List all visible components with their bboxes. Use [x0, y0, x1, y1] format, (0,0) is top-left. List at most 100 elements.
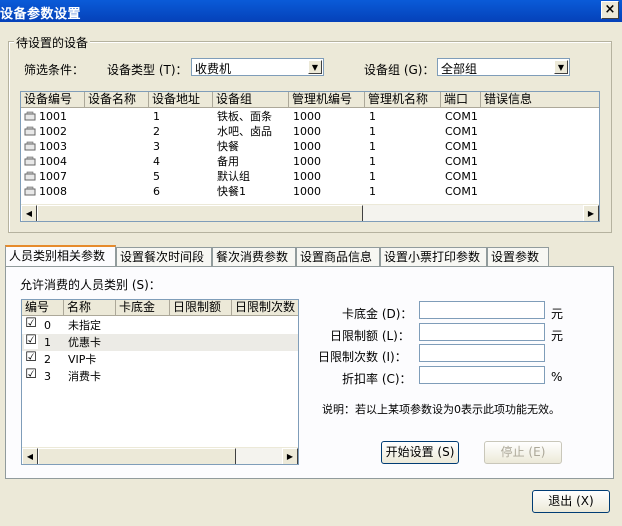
- staff-list-header: 编号 名称 卡底金 日限制额 日限制次数: [22, 300, 298, 316]
- col-daily-limit[interactable]: 日限制额: [170, 300, 232, 316]
- table-row[interactable]: 1001 1 铁板、面条 1000 1 COM1: [21, 109, 599, 124]
- table-row[interactable]: 1003 3 快餐 1000 1 COM1: [21, 139, 599, 154]
- col-mgr-id[interactable]: 管理机编号: [289, 92, 365, 108]
- daily-count-input[interactable]: [419, 344, 545, 362]
- category-checkbox[interactable]: ☑: [24, 368, 38, 383]
- scroll-left-icon[interactable]: ◀: [22, 448, 38, 464]
- cell-port: COM1: [445, 140, 478, 153]
- col-card-base[interactable]: 卡底金: [116, 300, 170, 316]
- cell-group: 备用: [217, 155, 239, 168]
- device-group-label: 待设置的设备: [14, 34, 91, 51]
- discount-input[interactable]: [419, 366, 545, 384]
- cell-id: 1007: [39, 170, 67, 183]
- allowed-staff-label: 允许消费的人员类别 (S)：: [20, 278, 161, 292]
- category-checkbox[interactable]: ☑: [24, 317, 38, 332]
- cell-port: COM1: [445, 185, 478, 198]
- cell-name: 消费卡: [68, 370, 101, 383]
- col-device-name[interactable]: 设备名称: [85, 92, 149, 108]
- device-type-combo[interactable]: 收费机 ▼: [191, 58, 324, 76]
- list-item[interactable]: ☑ 0 未指定: [22, 317, 298, 334]
- device-icon: [24, 111, 37, 122]
- note-text: 说明：若以上某项参数设为0表示此项功能无效。: [322, 403, 560, 416]
- list-item[interactable]: ☑ 2 VIP卡: [22, 351, 298, 368]
- col-device-id[interactable]: 设备编号: [21, 92, 85, 108]
- table-row[interactable]: 1008 6 快餐1 1000 1 COM1: [21, 184, 599, 199]
- card-base-input[interactable]: [419, 301, 545, 319]
- category-checkbox[interactable]: ☑: [24, 334, 38, 349]
- close-button[interactable]: ×: [601, 1, 619, 19]
- cell-group: 快餐1: [217, 185, 246, 198]
- col-staff-num[interactable]: 编号: [22, 300, 64, 316]
- cell-group: 快餐: [217, 140, 239, 153]
- title-bar: 设备参数设置 ×: [0, 0, 622, 22]
- chevron-down-icon[interactable]: ▼: [554, 60, 568, 74]
- cell-mgr-id: 1000: [293, 140, 321, 153]
- cell-mgr-name: 1: [369, 155, 376, 168]
- cell-addr: 3: [153, 140, 160, 153]
- device-icon: [24, 126, 37, 137]
- cell-mgr-name: 1: [369, 110, 376, 123]
- cell-num: 2: [44, 353, 51, 366]
- scroll-right-icon[interactable]: ▶: [282, 448, 298, 464]
- cell-group: 水吧、卤品: [217, 125, 272, 138]
- chevron-down-icon[interactable]: ▼: [308, 60, 322, 74]
- scroll-right-icon[interactable]: ▶: [583, 205, 599, 221]
- col-port[interactable]: 端口: [441, 92, 481, 108]
- device-group-filter-label: 设备组 (G)：: [364, 63, 435, 77]
- staff-list-hscroll[interactable]: ◀ ▶: [22, 447, 298, 464]
- cell-mgr-name: 1: [369, 140, 376, 153]
- cell-name: VIP卡: [68, 353, 97, 366]
- scroll-thumb[interactable]: [37, 205, 363, 221]
- tab-goods-info[interactable]: 设置商品信息: [296, 247, 380, 267]
- stop-button[interactable]: 停止 (E): [484, 441, 562, 464]
- cell-mgr-id: 1000: [293, 125, 321, 138]
- discount-label: 折扣率 (C)：: [342, 372, 412, 386]
- scroll-left-icon[interactable]: ◀: [21, 205, 37, 221]
- device-icon: [24, 156, 37, 167]
- cell-addr: 4: [153, 155, 160, 168]
- exit-button[interactable]: 退出 (X): [532, 490, 610, 513]
- col-error[interactable]: 错误信息: [481, 92, 599, 108]
- scroll-thumb[interactable]: [38, 448, 236, 464]
- tab-meal-consume[interactable]: 餐次消费参数: [212, 247, 296, 267]
- cell-name: 优惠卡: [68, 336, 101, 349]
- staff-category-list[interactable]: 编号 名称 卡底金 日限制额 日限制次数 ◀ ▶ ☑ 0 未指定 ☑ 1 优惠卡 ☑ 2 VIP…: [21, 299, 299, 465]
- col-mgr-name[interactable]: 管理机名称: [365, 92, 441, 108]
- device-list[interactable]: 设备编号 设备名称 设备地址 设备组 管理机编号 管理机名称 端口 错误信息 ◀…: [20, 91, 600, 222]
- table-row[interactable]: 1004 4 备用 1000 1 COM1: [21, 154, 599, 169]
- list-item[interactable]: ☑ 3 消费卡: [22, 368, 298, 385]
- cell-port: COM1: [445, 125, 478, 138]
- list-item[interactable]: ☑ 1 优惠卡: [22, 334, 298, 351]
- device-type-label: 设备类型 (T)：: [107, 63, 188, 77]
- table-row[interactable]: 1002 2 水吧、卤品 1000 1 COM1: [21, 124, 599, 139]
- tab-settings[interactable]: 设置参数: [487, 247, 549, 267]
- device-group-value: 全部组: [441, 62, 478, 76]
- discount-unit: %: [551, 370, 563, 384]
- cell-addr: 5: [153, 170, 160, 183]
- table-row[interactable]: 1007 5 默认组 1000 1 COM1: [21, 169, 599, 184]
- cell-mgr-id: 1000: [293, 170, 321, 183]
- card-base-unit: 元: [551, 307, 564, 321]
- cell-mgr-name: 1: [369, 170, 376, 183]
- cell-addr: 6: [153, 185, 160, 198]
- device-type-value: 收费机: [195, 62, 232, 76]
- cell-num: 0: [44, 319, 51, 332]
- category-checkbox[interactable]: ☑: [24, 351, 38, 366]
- col-device-addr[interactable]: 设备地址: [149, 92, 213, 108]
- filter-label: 筛选条件：: [24, 63, 85, 77]
- device-group-combo[interactable]: 全部组 ▼: [437, 58, 570, 76]
- cell-mgr-id: 1000: [293, 110, 321, 123]
- col-staff-name[interactable]: 名称: [64, 300, 116, 316]
- daily-limit-label: 日限制额 (L)：: [330, 329, 410, 343]
- tab-receipt-print[interactable]: 设置小票打印参数: [380, 247, 487, 267]
- col-daily-count[interactable]: 日限制次数: [232, 300, 298, 316]
- tab-staff-params[interactable]: 人员类别相关参数: [5, 245, 116, 268]
- tab-meal-time[interactable]: 设置餐次时间段: [116, 247, 212, 267]
- daily-limit-input[interactable]: [419, 323, 545, 341]
- window-title: 设备参数设置: [0, 7, 82, 22]
- cell-mgr-id: 1000: [293, 155, 321, 168]
- start-settings-button[interactable]: 开始设置 (S): [381, 441, 459, 464]
- device-list-hscroll[interactable]: ◀ ▶: [21, 204, 599, 221]
- cell-num: 3: [44, 370, 51, 383]
- col-device-group[interactable]: 设备组: [213, 92, 289, 108]
